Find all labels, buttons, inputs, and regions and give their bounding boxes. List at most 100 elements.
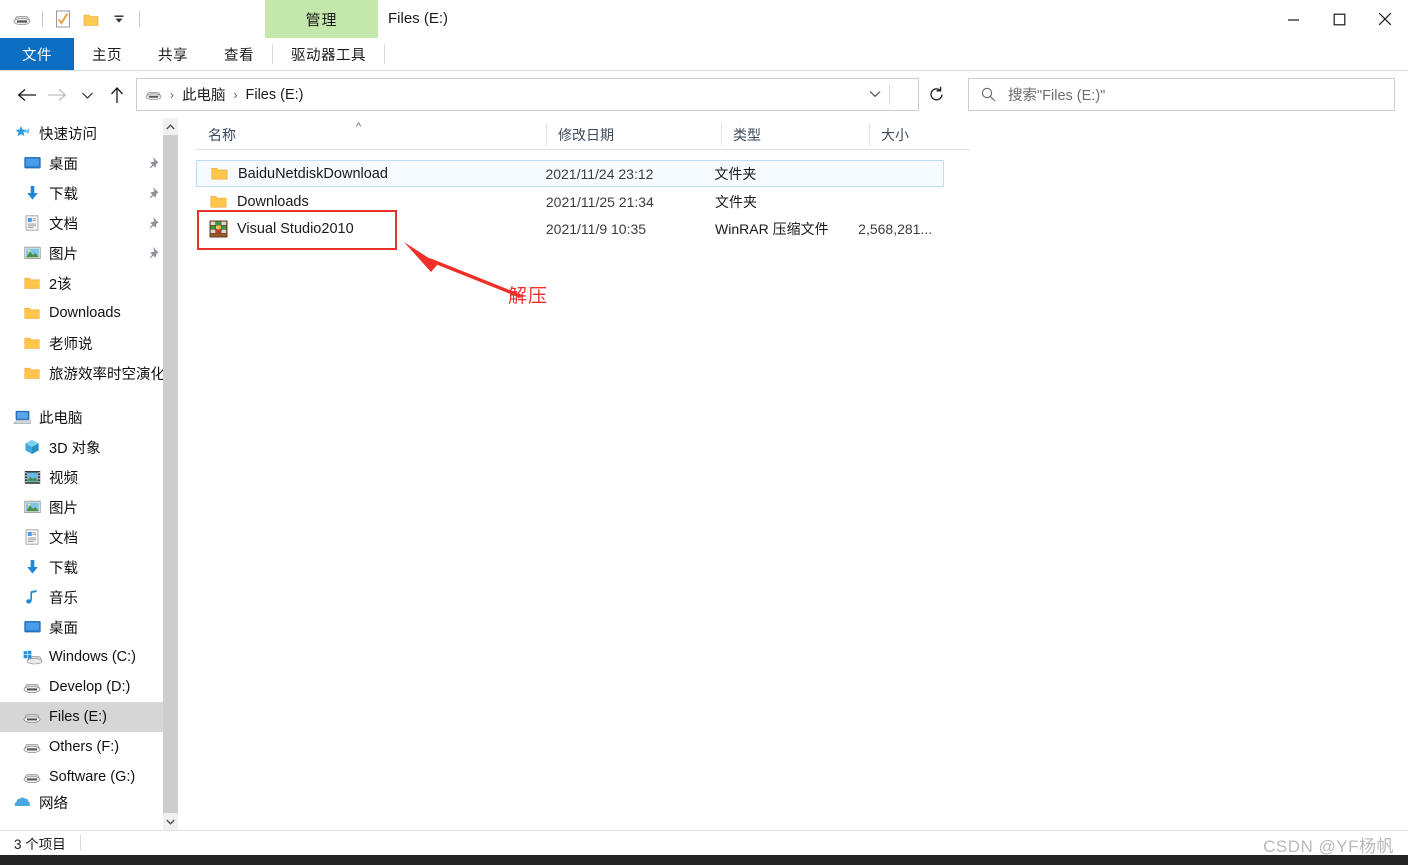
scrollbar-thumb[interactable] [163,135,178,813]
recent-locations-button[interactable] [72,80,102,110]
sidebar-label: 3D 对象 [49,440,101,457]
sidebar-item-develop-d[interactable]: Develop (D:) [0,672,178,702]
download-icon [22,558,42,576]
tab-share[interactable]: 共享 [140,38,206,70]
sidebar-item-desktop[interactable]: 桌面 [0,148,178,178]
search-input[interactable]: 搜索"Files (E:)" [1008,84,1105,105]
window-title: Files (E:) [388,10,448,27]
address-dropdown-icon[interactable] [866,87,884,101]
sidebar-item-folder-downloads[interactable]: Downloads [0,298,178,328]
item-count-label: 3 个项目 [14,837,66,852]
file-date-cell: 2021/11/9 10:35 [545,220,647,237]
column-header-date[interactable]: 修改日期 [546,120,721,150]
sidebar-item-documents[interactable]: 文档 [0,522,178,552]
column-label: 名称 [208,126,236,143]
this-pc-icon [12,408,32,426]
tab-view[interactable]: 查看 [206,38,272,70]
tab-file[interactable]: 文件 [0,38,74,70]
sidebar-item-documents-cn[interactable]: 文档 [0,208,178,238]
file-name: Downloads [237,193,309,210]
sidebar-item-this-pc[interactable]: 此电脑 [0,402,178,432]
pin-icon[interactable] [149,246,162,259]
sidebar-item-network[interactable]: 网络 [0,792,178,812]
table-row[interactable]: Visual Studio2010 2021/11/9 10:35 WinRAR… [196,215,944,242]
sidebar-label: Others (F:) [49,739,120,755]
status-bar: 3 个项目 [0,830,1408,855]
properties-icon[interactable] [49,5,77,33]
annotation-label: 解压 [508,286,549,307]
table-row[interactable]: Downloads 2021/11/25 21:34 文件夹 [196,188,944,215]
sort-ascending-icon: ^ [356,120,362,133]
table-row[interactable]: BaiduNetdiskDownload 2021/11/24 23:12 文件… [196,160,944,187]
column-header-name[interactable]: 名称 ^ [196,120,546,150]
folder-icon [208,192,228,212]
search-icon [981,87,996,102]
sidebar-label: 老师说 [49,336,93,353]
breadcrumb-separator-1[interactable]: › [229,88,243,102]
back-button[interactable] [12,80,42,110]
minimize-button[interactable] [1270,0,1316,38]
sidebar-item-3d-objects[interactable]: 3D 对象 [0,432,178,462]
column-header-size[interactable]: 大小 [869,120,970,150]
close-button[interactable] [1362,0,1408,38]
column-label: 类型 [733,126,761,143]
breadcrumb-files-e[interactable]: Files (E:) [243,87,307,103]
maximize-button[interactable] [1316,0,1362,38]
tab-drive-tools[interactable]: 驱动器工具 [273,38,384,70]
customize-dropdown-icon[interactable] [105,5,133,33]
pin-icon[interactable] [149,186,162,199]
sidebar-item-windows-c[interactable]: Windows (C:) [0,642,178,672]
sidebar-label: Develop (D:) [49,679,131,695]
sidebar-label: 图片 [49,246,78,263]
sidebar-item-quick-access[interactable]: 快速访问 [0,118,178,148]
document-icon [22,214,42,232]
sidebar-label: 音乐 [49,590,78,607]
sidebar-item-folder-lvyou[interactable]: 旅游效率时空演化 [0,358,178,388]
ribbon-tab-strip: 文件 主页 共享 查看 驱动器工具 ? [0,38,1408,101]
sidebar-item-videos[interactable]: 视频 [0,462,178,492]
scroll-up-icon[interactable] [163,118,178,135]
drive-icon[interactable] [8,5,36,33]
sidebar-label: Files (E:) [49,709,107,725]
sidebar-item-software-g[interactable]: Software (G:) [0,762,178,792]
file-size-cell: 2,568,281... [858,220,933,237]
refresh-button[interactable] [920,78,952,111]
sidebar-label: 快速访问 [39,126,97,143]
sidebar-item-pictures[interactable]: 图片 [0,492,178,522]
sidebar-item-downloads[interactable]: 下载 [0,552,178,582]
new-folder-icon[interactable] [77,5,105,33]
sidebar-item-files-e[interactable]: Files (E:) [0,702,178,732]
scroll-down-icon[interactable] [163,813,178,830]
breadcrumb-separator-0[interactable]: › [165,88,179,102]
sidebar-item-others-f[interactable]: Others (F:) [0,732,178,762]
file-date-cell: 2021/11/25 21:34 [545,193,654,210]
sidebar-label: 下载 [49,560,78,577]
up-button[interactable] [102,80,132,110]
tab-home[interactable]: 主页 [74,38,140,70]
sidebar-label: Windows (C:) [49,649,137,665]
file-type-cell: 文件夹 [714,165,757,182]
sidebar-item-folder-laoshishuo[interactable]: 老师说 [0,328,178,358]
sidebar-label: 2该 [49,276,72,293]
sidebar-item-music[interactable]: 音乐 [0,582,178,612]
sidebar-label: 文档 [49,530,78,547]
sidebar-item-folder-2gai[interactable]: 2该 [0,268,178,298]
file-size-cell [846,188,944,215]
column-header-type[interactable]: 类型 [721,120,869,150]
search-box[interactable]: 搜索"Files (E:)" [968,78,1395,111]
forward-button[interactable] [42,80,72,110]
column-label: 大小 [881,126,909,143]
folder-icon [22,274,42,292]
pin-icon[interactable] [149,216,162,229]
file-type-cell: 文件夹 [715,193,758,210]
sidebar-label: Software (G:) [49,769,136,785]
sidebar-scrollbar[interactable] [163,118,178,830]
document-icon [22,528,42,546]
sidebar-item-desktop-2[interactable]: 桌面 [0,612,178,642]
breadcrumb-this-pc[interactable]: 此电脑 [179,84,229,105]
address-bar[interactable]: › 此电脑 › Files (E:) [136,78,919,111]
sidebar-item-downloads-cn[interactable]: 下载 [0,178,178,208]
file-list-pane: 名称 ^ 修改日期 类型 大小 BaiduNetdiskDownload 202… [178,118,1408,830]
pin-icon[interactable] [149,156,162,169]
sidebar-item-pictures-cn[interactable]: 图片 [0,238,178,268]
